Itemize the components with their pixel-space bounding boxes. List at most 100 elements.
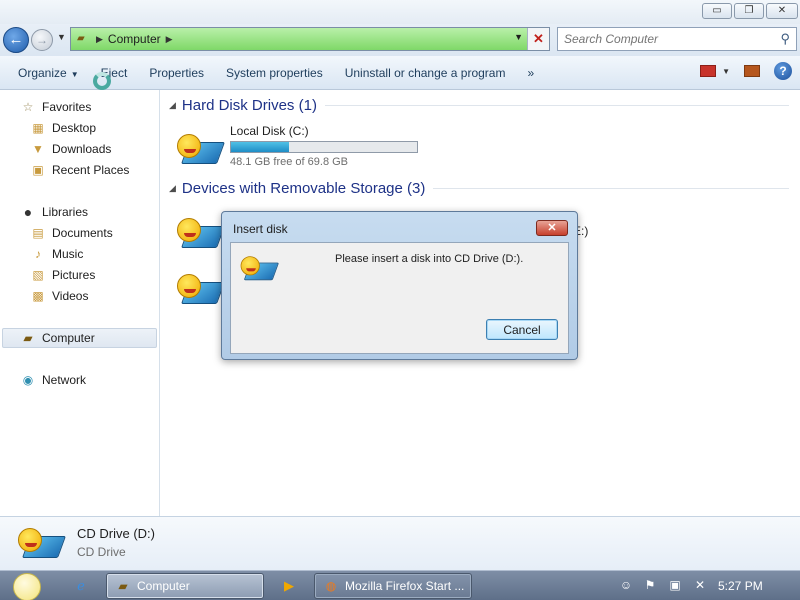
nav-network-label: Network [42, 373, 87, 387]
view-options-dropdown[interactable]: ▼ [722, 67, 730, 76]
volume-muted-icon[interactable]: ✕ [692, 577, 708, 593]
minimize-button[interactable]: ▭ [702, 3, 732, 19]
drive-icon[interactable] [175, 130, 226, 170]
taskbar-item-firefox[interactable]: ◍ Mozilla Firefox Start ... [314, 573, 472, 599]
taskbar: ℯ ▰ Computer ▶ ◍ Mozilla Firefox Start ...… [0, 570, 800, 600]
system-properties-button[interactable]: System properties [215, 66, 334, 80]
drive-icon [239, 253, 280, 285]
dialog-title: Insert disk [233, 222, 288, 236]
address-clear-button[interactable]: ✕ [527, 28, 549, 50]
nav-computer[interactable]: ▰ Computer [2, 328, 157, 348]
group-header-hard-disks[interactable]: ◢ Hard Disk Drives (1) [169, 97, 789, 114]
insert-disk-dialog: Insert disk ✕ Please insert a disk into … [221, 211, 578, 360]
group-title: Devices with Removable Storage (3) [181, 180, 426, 197]
divider [433, 188, 789, 189]
libraries-icon: ● [23, 204, 33, 220]
nav-network[interactable]: ◉ Network [20, 370, 86, 390]
more-commands-button[interactable]: » [516, 66, 545, 80]
maximize-button[interactable]: ❐ [734, 3, 764, 19]
disk-free-space: 48.1 GB free of 69.8 GB [230, 156, 349, 168]
disk-usage-fill [231, 142, 289, 152]
nav-libraries[interactable]: ● Libraries [20, 202, 88, 222]
nav-downloads[interactable]: ▼ Downloads [30, 139, 111, 159]
nav-documents-label: Documents [52, 226, 113, 240]
back-button[interactable]: ← [3, 27, 29, 53]
desktop-icon: ▦ [32, 121, 44, 135]
help-icon[interactable]: ? [774, 62, 792, 80]
group-title: Hard Disk Drives (1) [181, 97, 317, 114]
downloads-icon: ▼ [32, 142, 44, 156]
address-bar[interactable]: ▰ ▶ Computer ▶ ▼ ✕ [70, 27, 550, 51]
nav-pictures-label: Pictures [52, 268, 96, 282]
taskbar-item-label: Computer [137, 579, 190, 593]
start-button[interactable] [7, 571, 49, 600]
dialog-message: Please insert a disk into CD Drive (D:). [335, 253, 524, 265]
details-pane: CD Drive (D:) CD Drive [0, 516, 800, 570]
address-dropdown-icon[interactable]: ▼ [514, 32, 523, 42]
disk-usage-bar [230, 141, 418, 153]
group-header-removable[interactable]: ◢ Devices with Removable Storage (3) [169, 180, 789, 197]
preview-pane-icon[interactable] [744, 65, 760, 77]
documents-icon: ▤ [32, 226, 44, 240]
nav-desktop[interactable]: ▦ Desktop [30, 118, 96, 138]
nav-music[interactable]: ♪ Music [30, 244, 83, 264]
network-icon: ◉ [22, 373, 34, 387]
tray-emoji-icon[interactable]: ☺ [618, 577, 634, 593]
properties-button[interactable]: Properties [138, 66, 215, 80]
start-orb-icon [13, 573, 41, 600]
collapse-chevron-icon[interactable]: ◢ [169, 183, 176, 194]
network-status-icon[interactable]: ▣ [667, 577, 683, 593]
organize-menu[interactable]: Organize ▼ [0, 66, 90, 80]
nav-recent-places[interactable]: ▣ Recent Places [30, 160, 129, 180]
media-player-icon[interactable]: ▶ [280, 577, 298, 595]
nav-videos[interactable]: ▩ Videos [30, 286, 88, 306]
uninstall-button[interactable]: Uninstall or change a program [334, 66, 517, 80]
cancel-button[interactable]: Cancel [486, 319, 558, 340]
breadcrumb-separator-icon[interactable]: ▶ [96, 34, 103, 45]
cd-drive-icon[interactable] [175, 214, 226, 254]
music-icon: ♪ [35, 247, 41, 261]
command-bar: Organize ▼ Eject Properties System proper… [0, 56, 800, 90]
videos-icon: ▩ [32, 289, 44, 303]
taskbar-clock[interactable]: 5:27 PM [718, 579, 763, 593]
dialog-close-button[interactable]: ✕ [536, 220, 568, 236]
internet-explorer-icon[interactable]: ℯ [72, 577, 90, 595]
breadcrumb-separator-icon[interactable]: ▶ [166, 34, 173, 45]
breadcrumb-computer[interactable]: Computer [108, 32, 161, 46]
nav-computer-label: Computer [42, 331, 95, 345]
computer-icon: ▰ [77, 33, 85, 44]
organize-label: Organize [18, 65, 67, 80]
firefox-icon: ◍ [325, 579, 337, 593]
divider [324, 105, 789, 106]
star-icon: ☆ [22, 100, 34, 114]
search-box[interactable]: ⚲ [557, 27, 797, 51]
nav-favorites-label: Favorites [42, 100, 92, 114]
recent-pages-dropdown[interactable]: ▼ [57, 32, 66, 42]
local-disk-name[interactable]: Local Disk (C:) [230, 124, 309, 138]
collapse-chevron-icon[interactable]: ◢ [169, 100, 176, 111]
action-center-flag-icon[interactable]: ⚑ [642, 577, 658, 593]
computer-icon: ▰ [118, 579, 128, 593]
navigation-pane: ☆ Favorites ▦ Desktop ▼ Downloads ▣ Recent P… [0, 90, 160, 516]
window-controls: ▭ ❐ ✕ [702, 3, 798, 19]
change-view-icon[interactable] [700, 65, 717, 77]
nav-documents[interactable]: ▤ Documents [30, 223, 113, 243]
nav-favorites[interactable]: ☆ Favorites [20, 97, 92, 117]
search-input[interactable] [564, 28, 774, 50]
title-bar: ▭ ❐ ✕ [0, 0, 800, 24]
search-icon[interactable]: ⚲ [780, 31, 790, 47]
nav-desktop-label: Desktop [52, 121, 97, 135]
cd-drive-icon [16, 524, 67, 564]
removable-drive-icon[interactable] [175, 270, 226, 310]
taskbar-item-computer[interactable]: ▰ Computer [106, 573, 264, 599]
forward-button[interactable]: → [31, 29, 53, 51]
taskbar-item-label: Mozilla Firefox Start ... [345, 579, 465, 593]
dialog-body: Please insert a disk into CD Drive (D:).… [230, 242, 569, 354]
address-row: ← → ▼ ▰ ▶ Computer ▶ ▼ ✕ ⚲ [0, 24, 800, 56]
details-name: CD Drive (D:) [77, 526, 155, 541]
close-button[interactable]: ✕ [766, 3, 798, 19]
nav-downloads-label: Downloads [52, 142, 112, 156]
nav-pictures[interactable]: ▧ Pictures [30, 265, 95, 285]
chevron-down-icon: ▼ [70, 69, 79, 79]
nav-videos-label: Videos [52, 289, 89, 303]
